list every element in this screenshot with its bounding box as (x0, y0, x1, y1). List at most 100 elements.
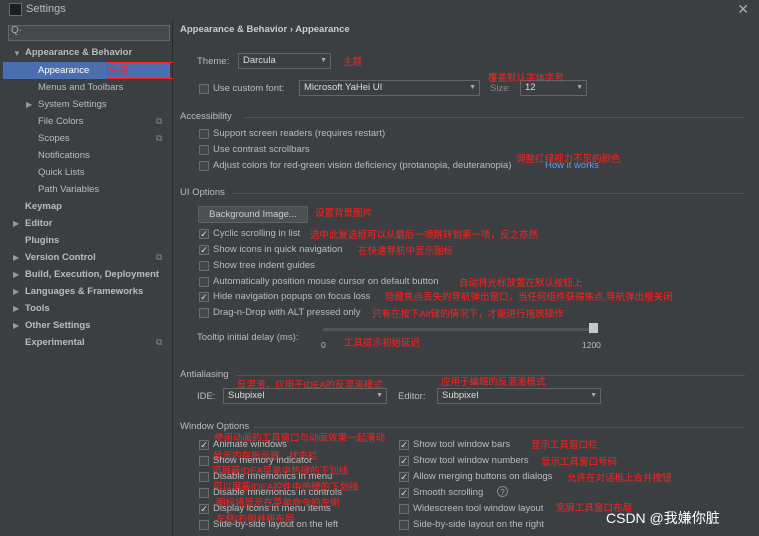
cyclic-scrolling-checkbox[interactable]: ✓ (199, 229, 209, 239)
chevron-down-icon: ▼ (590, 392, 597, 399)
font-family-select[interactable]: Microsoft YaHei UI ▼ (299, 80, 480, 96)
project-scope-icon: ⧉ (156, 116, 163, 126)
side-by-side-right-label: Side-by-side layout on the right (413, 519, 544, 530)
settings-search-input[interactable]: Q· (8, 25, 170, 41)
sidebar-item-languages-frameworks[interactable]: Languages & Frameworks (25, 286, 143, 297)
tree-indent-guides-checkbox[interactable] (199, 261, 209, 271)
antialiasing-section-title: Antialiasing (180, 369, 229, 380)
breadcrumb-parent[interactable]: Appearance & Behavior (180, 24, 287, 35)
theme-value: Darcula (243, 55, 276, 66)
tool-window-bars-label: Show tool window bars (413, 439, 511, 450)
sidebar-item-file-colors[interactable]: File Colors (38, 116, 83, 127)
sidebar-item-scopes[interactable]: Scopes (38, 133, 70, 144)
sidebar-item-system-settings[interactable]: System Settings (38, 99, 107, 110)
tooltip-delay-slider-handle[interactable] (589, 323, 598, 333)
breadcrumb-current: Appearance (295, 24, 350, 35)
breadcrumb: Appearance & Behavior › Appearance (180, 24, 350, 35)
sidebar-item-build-execution[interactable]: Build, Execution, Deployment (25, 269, 159, 280)
section-divider (254, 427, 745, 428)
chevron-down-icon: ▼ (576, 84, 583, 91)
theme-label: Theme: (197, 56, 230, 67)
annotation-appearance: 外观 (109, 66, 129, 77)
sidebar-item-experimental[interactable]: Experimental (25, 337, 85, 348)
merging-buttons-checkbox[interactable]: ✓ (399, 472, 409, 482)
sidebar-item-notifications[interactable]: Notifications (38, 150, 90, 161)
use-custom-font-label: Use custom font: (213, 83, 285, 94)
annotation-tooltip-delay: 工具提示初始延迟 (344, 338, 421, 349)
ui-options-section-title: UI Options (180, 187, 225, 198)
section-divider (245, 117, 745, 118)
sidebar-item-path-variables[interactable]: Path Variables (38, 184, 99, 195)
theme-select[interactable]: Darcula ▼ (238, 53, 331, 69)
annotation-editor-antialiasing: 应用于编辑的反混淆模式 (441, 377, 546, 388)
screen-readers-label: Support screen readers (requires restart… (213, 128, 386, 139)
title-bar: Settings ✕ (0, 0, 759, 20)
sidebar-item-plugins[interactable]: Plugins (25, 235, 59, 246)
chevron-right-icon[interactable]: ▶ (13, 219, 19, 228)
chevron-right-icon[interactable]: ▶ (13, 253, 19, 262)
sidebar-item-other-settings[interactable]: Other Settings (25, 320, 90, 331)
chevron-right-icon[interactable]: ▶ (13, 321, 19, 330)
chevron-right-icon[interactable]: ▶ (13, 287, 19, 296)
background-image-button[interactable]: Background Image... (198, 206, 308, 223)
ide-antialiasing-label: IDE: (197, 391, 216, 402)
ide-antialiasing-select[interactable]: Subpixel ▼ (223, 388, 387, 404)
chevron-down-icon: ▼ (320, 57, 327, 64)
animate-windows-checkbox[interactable]: ✓ (199, 440, 209, 450)
annotation-red-green: 调整红绿视力不足的颜色 (516, 154, 621, 165)
search-icon: Q· (11, 25, 23, 36)
contrast-scrollbars-checkbox[interactable] (199, 145, 209, 155)
menu-icons-checkbox[interactable]: ✓ (199, 504, 209, 514)
side-by-side-left-checkbox[interactable] (199, 520, 209, 530)
auto-position-cursor-label: Automatically position mouse cursor on d… (213, 276, 439, 287)
editor-antialiasing-label: Editor: (398, 391, 426, 402)
intellij-app-icon (9, 3, 22, 16)
annotation-tool-window-numbers: 显示工具窗口号码 (541, 457, 618, 468)
section-divider (232, 193, 745, 194)
editor-antialiasing-select[interactable]: Subpixel ▼ (437, 388, 601, 404)
contrast-scrollbars-label: Use contrast scrollbars (213, 144, 310, 155)
chevron-right-icon[interactable]: ▶ (13, 304, 19, 313)
annotation-background: 设置背景图片 (315, 208, 373, 219)
side-by-side-right-checkbox[interactable] (399, 520, 409, 530)
icons-quick-navigation-checkbox[interactable]: ✓ (199, 245, 209, 255)
sidebar-item-tools[interactable]: Tools (25, 303, 50, 314)
red-green-label: Adjust colors for red-green vision defic… (213, 160, 512, 171)
chevron-right-icon[interactable]: ▶ (26, 100, 32, 109)
help-icon[interactable]: ? (497, 486, 508, 497)
use-custom-font-checkbox[interactable] (199, 84, 209, 94)
close-icon[interactable]: ✕ (737, 1, 749, 18)
annotation-tool-window-bars: 显示工具窗口栏 (531, 440, 598, 451)
tool-window-numbers-checkbox[interactable]: ✓ (399, 456, 409, 466)
tool-window-bars-checkbox[interactable]: ✓ (399, 440, 409, 450)
widescreen-layout-checkbox[interactable] (399, 504, 409, 514)
drag-n-drop-alt-checkbox[interactable] (199, 308, 209, 318)
sidebar-item-keymap[interactable]: Keymap (25, 201, 62, 212)
disable-mnemonics-menu-checkbox[interactable] (199, 472, 209, 482)
smooth-scrolling-checkbox[interactable]: ✓ (399, 488, 409, 498)
memory-indicator-checkbox[interactable] (199, 456, 209, 466)
chevron-right-icon[interactable]: ▶ (13, 270, 19, 279)
sidebar-item-appearance-behavior[interactable]: Appearance & Behavior (25, 47, 132, 58)
hide-navigation-popups-checkbox[interactable]: ✓ (199, 292, 209, 302)
sidebar-item-menus-toolbars[interactable]: Menus and Toolbars (38, 82, 123, 93)
screen-readers-checkbox[interactable] (199, 129, 209, 139)
sidebar-item-version-control[interactable]: Version Control (25, 252, 96, 263)
tooltip-delay-track[interactable] (323, 328, 594, 331)
sidebar-item-quick-lists[interactable]: Quick Lists (38, 167, 84, 178)
project-scope-icon: ⧉ (156, 337, 163, 347)
red-green-checkbox[interactable] (199, 161, 209, 171)
csdn-watermark: CSDN @我嫌你脏 (606, 510, 720, 526)
project-scope-icon: ⧉ (156, 133, 163, 143)
editor-antialiasing-value: Subpixel (442, 390, 479, 401)
annotation-theme: 主题 (343, 57, 363, 68)
accessibility-section-title: Accessibility (180, 111, 232, 122)
disable-mnemonics-controls-checkbox[interactable] (199, 488, 209, 498)
annotation-font: 覆盖默认字体字号 (488, 73, 565, 84)
annotation-icons-quick-navigation: 在快速导航中显示图标 (358, 246, 454, 257)
auto-position-cursor-checkbox[interactable] (199, 277, 209, 287)
tooltip-min-label: 0 (321, 340, 326, 350)
window-title: Settings (26, 3, 66, 15)
sidebar-item-editor[interactable]: Editor (25, 218, 52, 229)
chevron-down-icon[interactable]: ▼ (13, 49, 21, 58)
